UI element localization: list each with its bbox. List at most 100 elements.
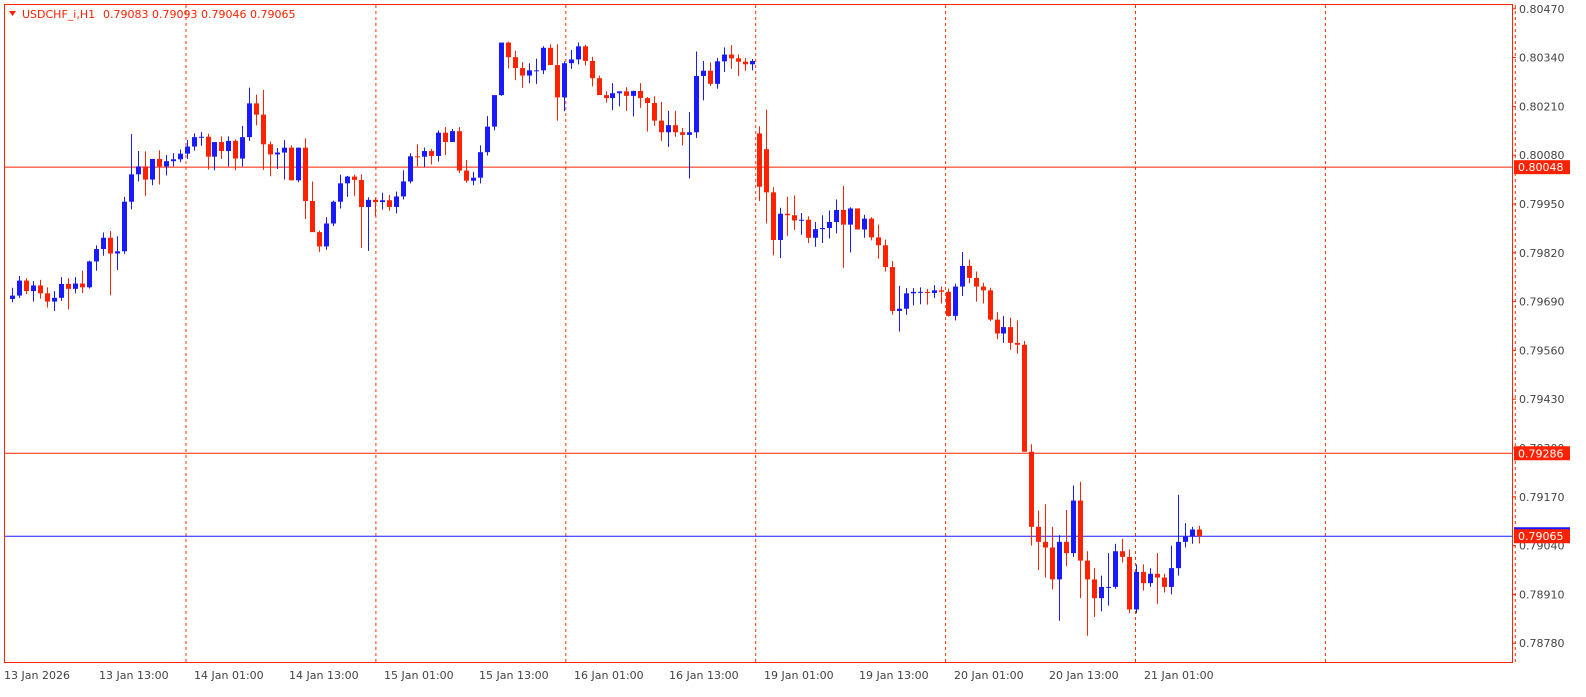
x-tick-label: 14 Jan 13:00 [289, 669, 359, 682]
candle-body [848, 208, 853, 225]
candle [541, 46, 546, 75]
candle-body [771, 192, 776, 241]
candle-body [24, 280, 29, 292]
candle-body [925, 291, 930, 293]
candle-body [471, 177, 476, 181]
candle-body [408, 156, 413, 182]
candle-body [289, 147, 294, 181]
candle-body [555, 65, 560, 98]
candle [597, 75, 602, 96]
candle-body [31, 285, 36, 292]
candle-body [324, 223, 329, 247]
candle-body [953, 286, 958, 316]
candle-body [541, 47, 546, 71]
candle-body [1099, 586, 1104, 599]
candle-body [729, 54, 734, 59]
candle-body [610, 93, 615, 99]
y-tick-label: 0.78780 [1519, 637, 1565, 650]
candle-body [820, 228, 825, 230]
candle-body [254, 103, 259, 115]
candle-body [331, 201, 336, 224]
candlestick-chart[interactable]: 0.804700.803400.802100.800800.799500.798… [0, 0, 1586, 697]
candle-body [1036, 526, 1041, 542]
candle-body [988, 290, 993, 320]
y-tick-label: 0.79820 [1519, 247, 1565, 260]
symbol-label: USDCHF_i,H1 [22, 8, 95, 21]
candle-body [876, 237, 881, 246]
y-tick-label: 0.79950 [1519, 198, 1565, 211]
candle-body [778, 213, 783, 241]
candle-body [80, 283, 85, 288]
chart-window[interactable]: 0.80470 0.80340 0.80210 0.80080 0.79950 0.798… [0, 0, 1586, 697]
candle-body [666, 125, 671, 133]
candle-body [296, 147, 301, 181]
level-price-tag-text: 0.79286 [1518, 447, 1564, 460]
candle-body [247, 103, 252, 138]
candle-body [750, 60, 755, 65]
candle-body [583, 46, 588, 61]
x-tick-label: 20 Jan 01:00 [954, 669, 1024, 682]
candle-body [1071, 500, 1076, 554]
candle [87, 260, 92, 289]
candle [499, 42, 504, 96]
candle-body [736, 58, 741, 62]
candle-body [1197, 529, 1202, 537]
candle-body [855, 208, 860, 230]
candle-body [694, 75, 699, 133]
candle-body [457, 131, 462, 171]
candle-body [1134, 571, 1139, 610]
candle-body [883, 245, 888, 268]
candle-body [680, 132, 685, 135]
candle-body [240, 137, 245, 159]
x-tick-label: 16 Jan 13:00 [669, 669, 739, 682]
candle-body [171, 159, 176, 162]
candle-body [206, 136, 211, 157]
candle-body [597, 78, 602, 96]
candle-body [1120, 551, 1125, 557]
candle-body [192, 137, 197, 147]
candle-body [199, 136, 204, 138]
candle-body [743, 61, 748, 65]
x-tick-label: 15 Jan 01:00 [384, 669, 454, 682]
candle-body [645, 98, 650, 103]
candle-body [338, 183, 343, 202]
candle [457, 127, 462, 173]
candle-body [918, 291, 923, 293]
candle-body [534, 70, 539, 72]
candle-body [764, 149, 769, 193]
candle-body [513, 57, 518, 69]
candle-body [715, 61, 720, 84]
candle-body [1008, 327, 1013, 343]
candle-body [527, 70, 532, 76]
y-tick-label: 0.80470 [1519, 3, 1565, 16]
candle-body [108, 237, 113, 254]
candle-body [268, 144, 273, 155]
candle-body [150, 158, 155, 180]
candle-body [911, 291, 916, 294]
candle-body [38, 285, 43, 294]
candle [296, 147, 301, 183]
candle-body [960, 265, 965, 287]
candle-body [506, 42, 511, 58]
candle-body [904, 293, 909, 309]
candle-body [122, 201, 127, 252]
candle-body [366, 199, 371, 207]
candle [408, 153, 413, 184]
candle-body [101, 237, 106, 250]
candle-body [1057, 541, 1062, 580]
candle-body [1127, 556, 1132, 610]
candle [492, 95, 497, 131]
level-price-tag-text: 0.80048 [1518, 161, 1564, 174]
candle-body [1155, 573, 1160, 578]
candle-body [17, 280, 22, 296]
candle-body [219, 142, 224, 152]
chart-background [0, 0, 1586, 697]
candle-body [352, 176, 357, 180]
candle [1022, 341, 1027, 452]
candle-body [1078, 500, 1083, 561]
candle-body [604, 95, 609, 99]
candle-body [499, 42, 504, 96]
candle-body [995, 319, 1000, 334]
x-tick-label: 13 Jan 2026 [4, 669, 70, 682]
x-tick-label: 19 Jan 01:00 [764, 669, 834, 682]
